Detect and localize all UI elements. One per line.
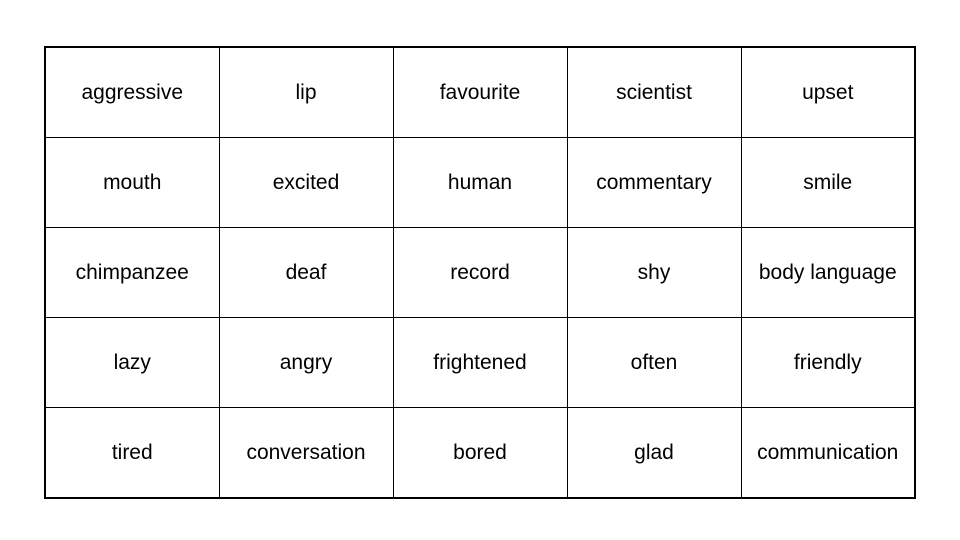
word-cell: shy bbox=[566, 227, 742, 318]
word-cell: frightened bbox=[392, 317, 568, 408]
word-cell: bored bbox=[392, 407, 568, 499]
word-cell: lip bbox=[218, 46, 394, 138]
word-cell: smile bbox=[740, 137, 916, 228]
word-cell: glad bbox=[566, 407, 742, 499]
word-cell: commentary bbox=[566, 137, 742, 228]
word-cell: lazy bbox=[44, 317, 220, 408]
table-row: lazy angry frightened often friendly bbox=[44, 317, 916, 408]
table-row: aggressive lip favourite scientist upset bbox=[44, 46, 916, 138]
word-cell: favourite bbox=[392, 46, 568, 138]
word-cell: conversation bbox=[218, 407, 394, 499]
table-row: mouth excited human commentary smile bbox=[44, 137, 916, 228]
word-cell: aggressive bbox=[44, 46, 220, 138]
word-cell: upset bbox=[740, 46, 916, 138]
word-cell: deaf bbox=[218, 227, 394, 318]
word-grid: aggressive lip favourite scientist upset… bbox=[44, 46, 916, 499]
word-cell: chimpanzee bbox=[44, 227, 220, 318]
word-cell: excited bbox=[218, 137, 394, 228]
word-cell: scientist bbox=[566, 46, 742, 138]
word-cell: communication bbox=[740, 407, 916, 499]
table-row: tired conversation bored glad communicat… bbox=[44, 407, 916, 499]
word-cell: tired bbox=[44, 407, 220, 499]
word-cell: often bbox=[566, 317, 742, 408]
word-cell: human bbox=[392, 137, 568, 228]
table-row: chimpanzee deaf record shy body language bbox=[44, 227, 916, 318]
word-cell: angry bbox=[218, 317, 394, 408]
word-cell: mouth bbox=[44, 137, 220, 228]
word-cell: body language bbox=[740, 227, 916, 318]
word-cell: friendly bbox=[740, 317, 916, 408]
word-grid-container: aggressive lip favourite scientist upset… bbox=[44, 46, 916, 499]
word-cell: record bbox=[392, 227, 568, 318]
